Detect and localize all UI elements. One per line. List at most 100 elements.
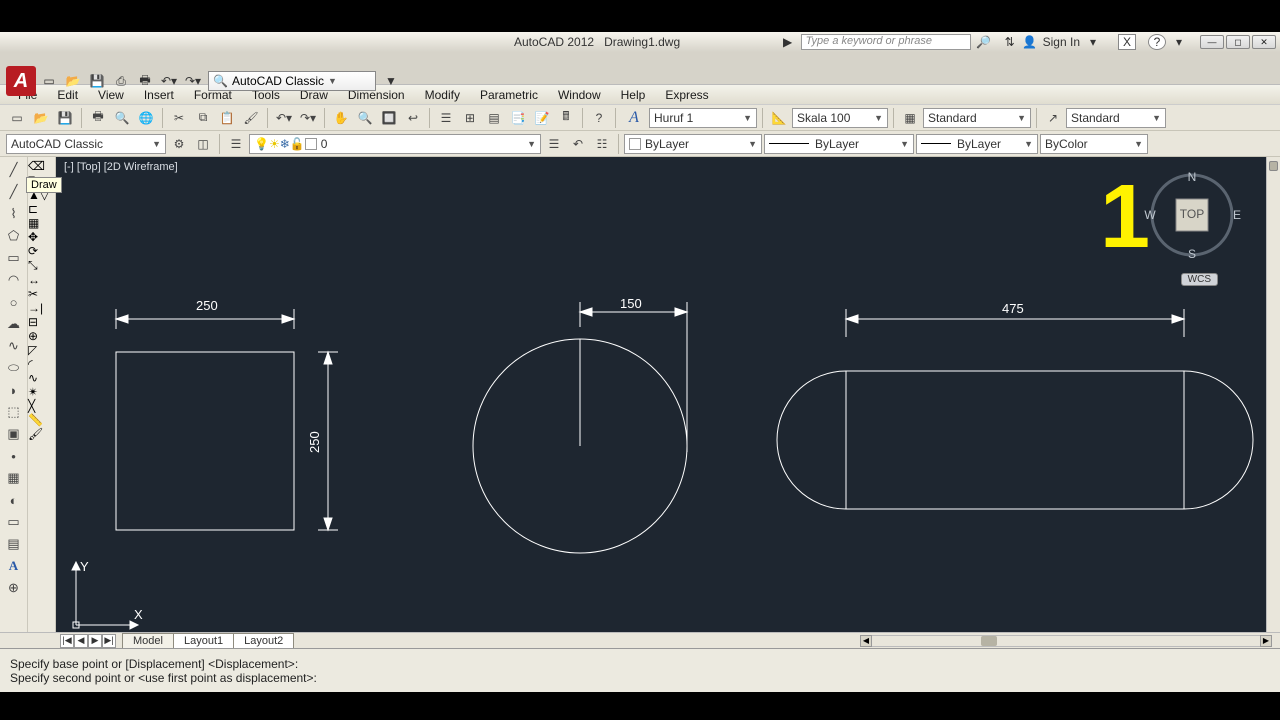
save-icon[interactable]: 💾 [54,107,76,129]
pan-icon[interactable]: ✋ [330,107,352,129]
layer-prev-icon[interactable]: ↶ [567,133,589,155]
rectangle-tool[interactable]: ▭ [0,247,27,269]
hatch-tool[interactable]: ▦ [0,467,27,489]
mleader-style-icon[interactable]: ↗ [1042,107,1064,129]
properties-icon[interactable]: ☰ [435,107,457,129]
block-tool[interactable]: ▣ [0,423,27,445]
rotate-tool[interactable]: ⟳ [28,244,55,258]
linetype-combo[interactable]: ByLayer▼ [764,134,914,154]
qat-workspace-combo[interactable]: 🔍AutoCAD Classic▼ [208,71,376,91]
tab-model[interactable]: Model [122,633,174,648]
sign-in-link[interactable]: Sign In [1043,35,1080,49]
menu-window[interactable]: Window [548,86,611,104]
preview-icon[interactable]: 🔍 [111,107,133,129]
menu-modify[interactable]: Modify [415,86,470,104]
hscroll-left[interactable]: ◀ [860,635,872,647]
ellipsearc-tool[interactable]: ◗ [0,379,27,401]
vertical-scrollbar[interactable] [1266,157,1280,632]
extend-tool[interactable]: →| [28,301,55,315]
search-input[interactable]: Type a keyword or phrase [801,34,971,50]
arc-tool[interactable]: ◠ [0,269,27,291]
tab-nav-prev[interactable]: ◀ [74,634,88,648]
text-style-combo[interactable]: Huruf 1▼ [649,108,757,128]
tab-nav-first[interactable]: |◀ [60,634,74,648]
menu-express[interactable]: Express [655,86,718,104]
qat-save-icon[interactable]: 💾 [88,72,106,90]
help-icon[interactable]: ? [1148,34,1166,50]
tab-nav-last[interactable]: ▶| [102,634,116,648]
polyline-tool[interactable]: ⌇ [0,203,27,225]
polygon-tool[interactable]: ⬠ [0,225,27,247]
insert-tool[interactable]: ⬚ [0,401,27,423]
fillet-tool[interactable]: ◜ [28,357,55,371]
zoom-prev-icon[interactable]: ↩ [402,107,424,129]
color-combo[interactable]: ByLayer▼ [624,134,762,154]
match-icon[interactable]: 🖌 [240,107,262,129]
view-cube[interactable]: N S E W TOP [1142,165,1242,265]
move-tool[interactable]: ✥ [28,230,55,244]
command-line[interactable]: Specify base point or [Displacement] <Di… [0,648,1280,692]
viewport-label[interactable]: [-] [Top] [2D Wireframe] [64,161,178,173]
tab-layout1[interactable]: Layout1 [173,633,234,648]
hscroll-right[interactable]: ▶ [1260,635,1272,647]
tab-layout2[interactable]: Layout2 [233,633,294,648]
dim-style-icon[interactable]: 📐 [768,107,790,129]
join-tool[interactable]: ⊕ [28,329,55,343]
app-logo-menu[interactable]: A [6,66,36,96]
undo-icon[interactable]: ↶▾ [273,107,295,129]
zoom-rt-icon[interactable]: 🔍 [354,107,376,129]
region-tool[interactable]: ▭ [0,511,27,533]
quickcalc-icon[interactable]: 🖩 [555,107,577,129]
erase-tool[interactable]: ⌫ [28,159,55,173]
drawing-canvas[interactable]: Draw [-] [Top] [2D Wireframe] 1 N S E W … [56,157,1280,632]
break-tool[interactable]: ⊟ [28,315,55,329]
line-tool[interactable]: ╱ [0,159,27,181]
tab-nav-next[interactable]: ▶ [88,634,102,648]
markup-icon[interactable]: 📝 [531,107,553,129]
revcloud-tool[interactable]: ☁ [0,313,27,335]
new-icon[interactable]: ▭ [6,107,28,129]
open-icon[interactable]: 📂 [30,107,52,129]
plot-icon[interactable]: 🖶 [87,107,109,129]
addselected-tool[interactable]: ⊕ [0,577,27,599]
search-go-icon[interactable]: 🔎 [977,35,991,49]
array-tool[interactable]: ▦ [28,216,55,230]
chevron-down-icon[interactable]: ▾ [1086,35,1100,49]
stretch-tool[interactable]: ↔ [28,273,55,287]
construction-tool[interactable]: ╳ [28,399,55,413]
exchange-app-icon[interactable]: X [1118,34,1136,50]
qat-new-icon[interactable]: ▭ [40,72,58,90]
workspace-combo[interactable]: AutoCAD Classic▼ [6,134,166,154]
spline-tool[interactable]: ∿ [0,335,27,357]
trim-tool[interactable]: ✂ [28,287,55,301]
redo-icon[interactable]: ↷▾ [297,107,319,129]
workspace-save-icon[interactable]: ◫ [192,133,214,155]
maximize-button[interactable]: ◻ [1226,35,1250,49]
cut-icon[interactable]: ✂ [168,107,190,129]
layer-match-icon[interactable]: ☷ [591,133,613,155]
lineweight-combo[interactable]: ByLayer▼ [916,134,1038,154]
plotstyle-combo[interactable]: ByColor▼ [1040,134,1148,154]
chamfer-tool[interactable]: ◸ [28,343,55,357]
gradient-tool[interactable]: ◐ [0,489,27,511]
layer-combo[interactable]: 💡☀❄🔓0▼ [249,134,541,154]
scale-tool[interactable]: ⤡ [28,258,55,273]
offset-tool[interactable]: ⊏ [28,202,55,216]
menu-help[interactable]: Help [611,86,656,104]
help-toolbar-icon[interactable]: ? [588,107,610,129]
layer-states-icon[interactable]: ☰ [543,133,565,155]
layer-props-icon[interactable]: ☰ [225,133,247,155]
dim-style-combo[interactable]: Skala 100▼ [792,108,888,128]
blend-tool[interactable]: ∿ [28,371,55,385]
copy-icon[interactable]: ⧉ [192,107,214,129]
paste-icon[interactable]: 📋 [216,107,238,129]
mtext-tool[interactable]: A [0,555,27,577]
menu-parametric[interactable]: Parametric [470,86,548,104]
exchange-icon[interactable]: ⇅ [1003,35,1017,49]
circle-tool[interactable]: ○ [0,291,27,313]
qat-saveas-icon[interactable]: ⎙ [112,72,130,90]
close-button[interactable]: ✕ [1252,35,1276,49]
measure-tool[interactable]: 📏 [28,413,55,427]
sheetset-icon[interactable]: 📑 [507,107,529,129]
publish-icon[interactable]: 🌐 [135,107,157,129]
